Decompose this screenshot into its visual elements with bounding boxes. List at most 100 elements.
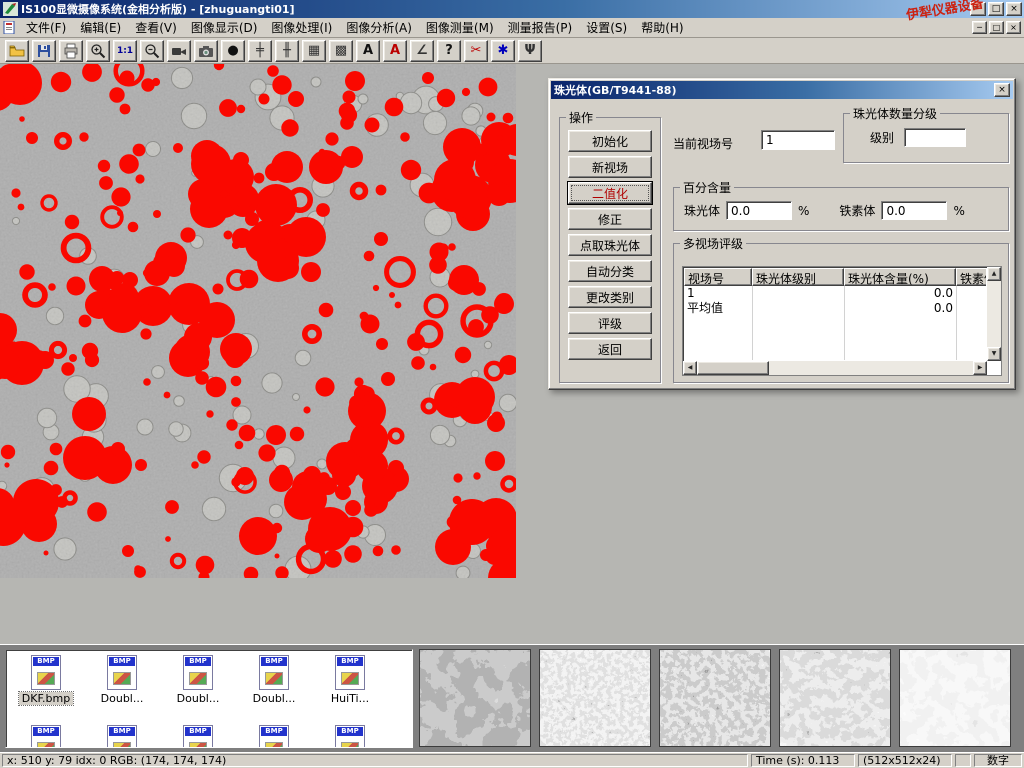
menu-image-measure[interactable]: 图像测量(M) [419, 17, 501, 38]
horizontal-scroll-thumb[interactable] [697, 361, 769, 375]
scroll-left-button[interactable]: ◀ [683, 361, 697, 375]
change-category-button[interactable]: 更改类别 [568, 286, 652, 308]
bmp-file-icon: BMP [335, 655, 365, 690]
grading-group: 珠光体数量分级 级别 [843, 105, 1009, 163]
micrograph-image[interactable] [0, 64, 516, 578]
ferrite-input[interactable] [881, 201, 947, 220]
mdi-minimize-button[interactable]: ─ [972, 21, 987, 34]
camera-capture-button[interactable] [194, 40, 218, 62]
vertical-scroll-track[interactable] [987, 281, 1001, 347]
angle-measure-button[interactable]: ∠ [410, 40, 434, 62]
zoom-out-button[interactable] [140, 40, 164, 62]
thumbnail-sample-1[interactable] [419, 649, 531, 747]
file-item-partial-1[interactable]: BMP [8, 722, 84, 748]
pearlite-input[interactable] [726, 201, 792, 220]
file-item-partial-4[interactable]: BMP [236, 722, 312, 748]
scroll-up-button[interactable]: ▲ [987, 267, 1001, 281]
table-cell [956, 301, 986, 316]
text-annotation-alt-button[interactable]: A [383, 40, 407, 62]
bottom-panel: BMPDKF.bmpBMPDoubl...BMPDoubl...BMPDoubl… [0, 644, 1024, 752]
menu-help[interactable]: 帮助(H) [634, 17, 690, 38]
grid-add-button[interactable]: ▩ [329, 40, 353, 62]
file-item-3[interactable]: BMPDoubl... [160, 652, 236, 705]
file-item-partial-5[interactable]: BMP [312, 722, 388, 748]
auto-classify-button[interactable]: 自动分类 [568, 260, 652, 282]
mdi-close-button[interactable]: × [1006, 21, 1021, 34]
scroll-down-button[interactable]: ▼ [987, 347, 1001, 361]
print-button[interactable] [59, 40, 83, 62]
file-item-partial-3[interactable]: BMP [160, 722, 236, 748]
scroll-right-button[interactable]: ▶ [973, 361, 987, 375]
snapshot-button[interactable]: ● [221, 40, 245, 62]
current-field-label: 当前视场号 [673, 135, 733, 152]
rate-button[interactable]: 评级 [568, 312, 652, 334]
pick-pearlite-button[interactable]: 点取珠光体 [568, 234, 652, 256]
pearlite-label: 珠光体 [684, 202, 720, 219]
percent-group: 百分含量 珠光体 % 铁素体 % [673, 179, 1009, 231]
bmp-file-icon: BMP [31, 655, 61, 690]
col-ferrite[interactable]: 铁素体 [956, 268, 986, 286]
actual-size-button[interactable]: 1:1 [113, 40, 137, 62]
video-source-button[interactable] [167, 40, 191, 62]
measure-scale-v-button[interactable]: ╪ [248, 40, 272, 62]
grid-overlay-button[interactable]: ▦ [302, 40, 326, 62]
title-bar: IS100显微摄像系统(金相分析版) - [zhuguangti01] ─ □ … [0, 0, 1024, 18]
menu-view[interactable]: 查看(V) [128, 17, 184, 38]
col-field-no[interactable]: 视场号 [684, 268, 752, 286]
image-size-status: (512x512x24) [858, 754, 952, 767]
menu-file[interactable]: 文件(F) [19, 17, 73, 38]
help-button[interactable]: ? [437, 40, 461, 62]
file-item-1[interactable]: BMP DKF.bmp [8, 652, 84, 705]
pearlite-dialog: 珠光体(GB/T9441-88) × 操作 初始化新视场二值化修正点取珠光体自动… [548, 78, 1016, 390]
save-file-button[interactable] [32, 40, 56, 62]
file-item-partial-2[interactable]: BMP [84, 722, 160, 748]
bmp-file-icon: BMP [183, 655, 213, 690]
table-row[interactable]: 10.0 [684, 286, 986, 301]
thumbnail-sample-4[interactable] [779, 649, 891, 747]
menu-settings[interactable]: 设置(S) [579, 17, 634, 38]
mdi-restore-button[interactable]: □ [989, 21, 1004, 34]
menu-edit[interactable]: 编辑(E) [73, 17, 128, 38]
multi-field-table-group: 多视场评级 视场号珠光体级别珠光体含量(%)铁素体 10.0平均值0.0 ▲ ▼… [673, 235, 1009, 383]
zoom-in-button[interactable] [86, 40, 110, 62]
new-field-button[interactable]: 新视场 [568, 156, 652, 178]
menu-image-process[interactable]: 图像处理(I) [264, 17, 339, 38]
horizontal-scroll-track[interactable] [697, 361, 973, 375]
text-annotation-button[interactable]: A [356, 40, 380, 62]
menu-image-display[interactable]: 图像显示(D) [184, 17, 265, 38]
probe-tool-button[interactable]: Ψ [518, 40, 542, 62]
table-cell: 0.0 [844, 301, 956, 316]
file-name: DKF.bmp [19, 692, 73, 705]
menu-image-analysis[interactable]: 图像分析(A) [339, 17, 419, 38]
bmp-file-icon: BMP [259, 725, 289, 748]
col-pearlite-grade[interactable]: 珠光体级别 [752, 268, 844, 286]
menu-report[interactable]: 测量报告(P) [501, 17, 580, 38]
initialize-button[interactable]: 初始化 [568, 130, 652, 152]
file-item-2[interactable]: BMPDoubl... [84, 652, 160, 705]
current-field-input[interactable] [761, 130, 835, 150]
cut-tool-button[interactable]: ✂ [464, 40, 488, 62]
thumbnail-sample-3[interactable] [659, 649, 771, 747]
magic-select-button[interactable]: ✱ [491, 40, 515, 62]
thumbnail-sample-5[interactable] [899, 649, 1011, 747]
col-pearlite-content[interactable]: 珠光体含量(%) [844, 268, 956, 286]
maximize-button[interactable]: □ [988, 2, 1004, 16]
toolbar: 1:1●╪╫▦▩AA∠?✂✱Ψ [0, 38, 1024, 64]
table-horizontal-scrollbar[interactable]: ◀ ▶ [683, 361, 987, 375]
measure-scale-h-button[interactable]: ╫ [275, 40, 299, 62]
file-item-5[interactable]: BMPHuiTi... [312, 652, 388, 705]
table-vertical-scrollbar[interactable]: ▲ ▼ [987, 267, 1001, 361]
correct-button[interactable]: 修正 [568, 208, 652, 230]
file-item-4[interactable]: BMPDoubl... [236, 652, 312, 705]
binarize-button[interactable]: 二值化 [568, 182, 652, 204]
return-button[interactable]: 返回 [568, 338, 652, 360]
minimize-button[interactable]: ─ [970, 2, 986, 16]
close-button[interactable]: × [1006, 2, 1022, 16]
thumbnail-sample-2[interactable] [539, 649, 651, 747]
dialog-close-button[interactable]: × [994, 83, 1010, 97]
table-row[interactable]: 平均值0.0 [684, 301, 986, 316]
open-file-button[interactable] [5, 40, 29, 62]
window-title: IS100显微摄像系统(金相分析版) - [zhuguangti01] [21, 1, 970, 17]
dialog-titlebar[interactable]: 珠光体(GB/T9441-88) × [551, 81, 1013, 99]
level-input[interactable] [904, 128, 966, 147]
